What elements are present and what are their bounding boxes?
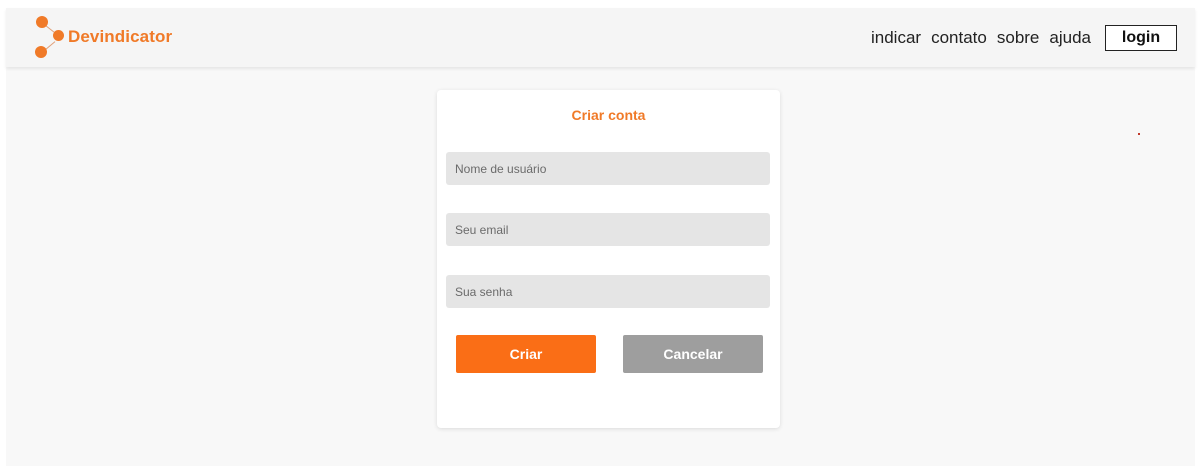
top-navbar: Devindicator indicar contato sobre ajuda… bbox=[6, 8, 1195, 67]
brand-name: Devindicator bbox=[68, 27, 173, 46]
nav-links: indicar contato sobre ajuda login bbox=[861, 25, 1177, 51]
nav-link-sobre[interactable]: sobre bbox=[997, 28, 1040, 48]
stray-dot bbox=[1138, 133, 1140, 135]
password-input[interactable] bbox=[446, 275, 770, 308]
signup-card: Criar conta Criar Cancelar bbox=[437, 90, 780, 428]
nav-link-contato[interactable]: contato bbox=[931, 28, 987, 48]
nav-link-indicar[interactable]: indicar bbox=[871, 28, 921, 48]
molecule-icon bbox=[34, 14, 68, 60]
create-account-button[interactable]: Criar bbox=[456, 335, 596, 373]
username-input[interactable] bbox=[446, 152, 770, 185]
form-title: Criar conta bbox=[571, 107, 646, 123]
login-button[interactable]: login bbox=[1105, 25, 1177, 51]
email-input[interactable] bbox=[446, 213, 770, 246]
app-frame: Devindicator indicar contato sobre ajuda… bbox=[6, 8, 1195, 466]
brand-logo[interactable]: Devindicator bbox=[34, 14, 172, 60]
nav-link-ajuda[interactable]: ajuda bbox=[1049, 28, 1091, 48]
cancel-button[interactable]: Cancelar bbox=[623, 335, 763, 373]
